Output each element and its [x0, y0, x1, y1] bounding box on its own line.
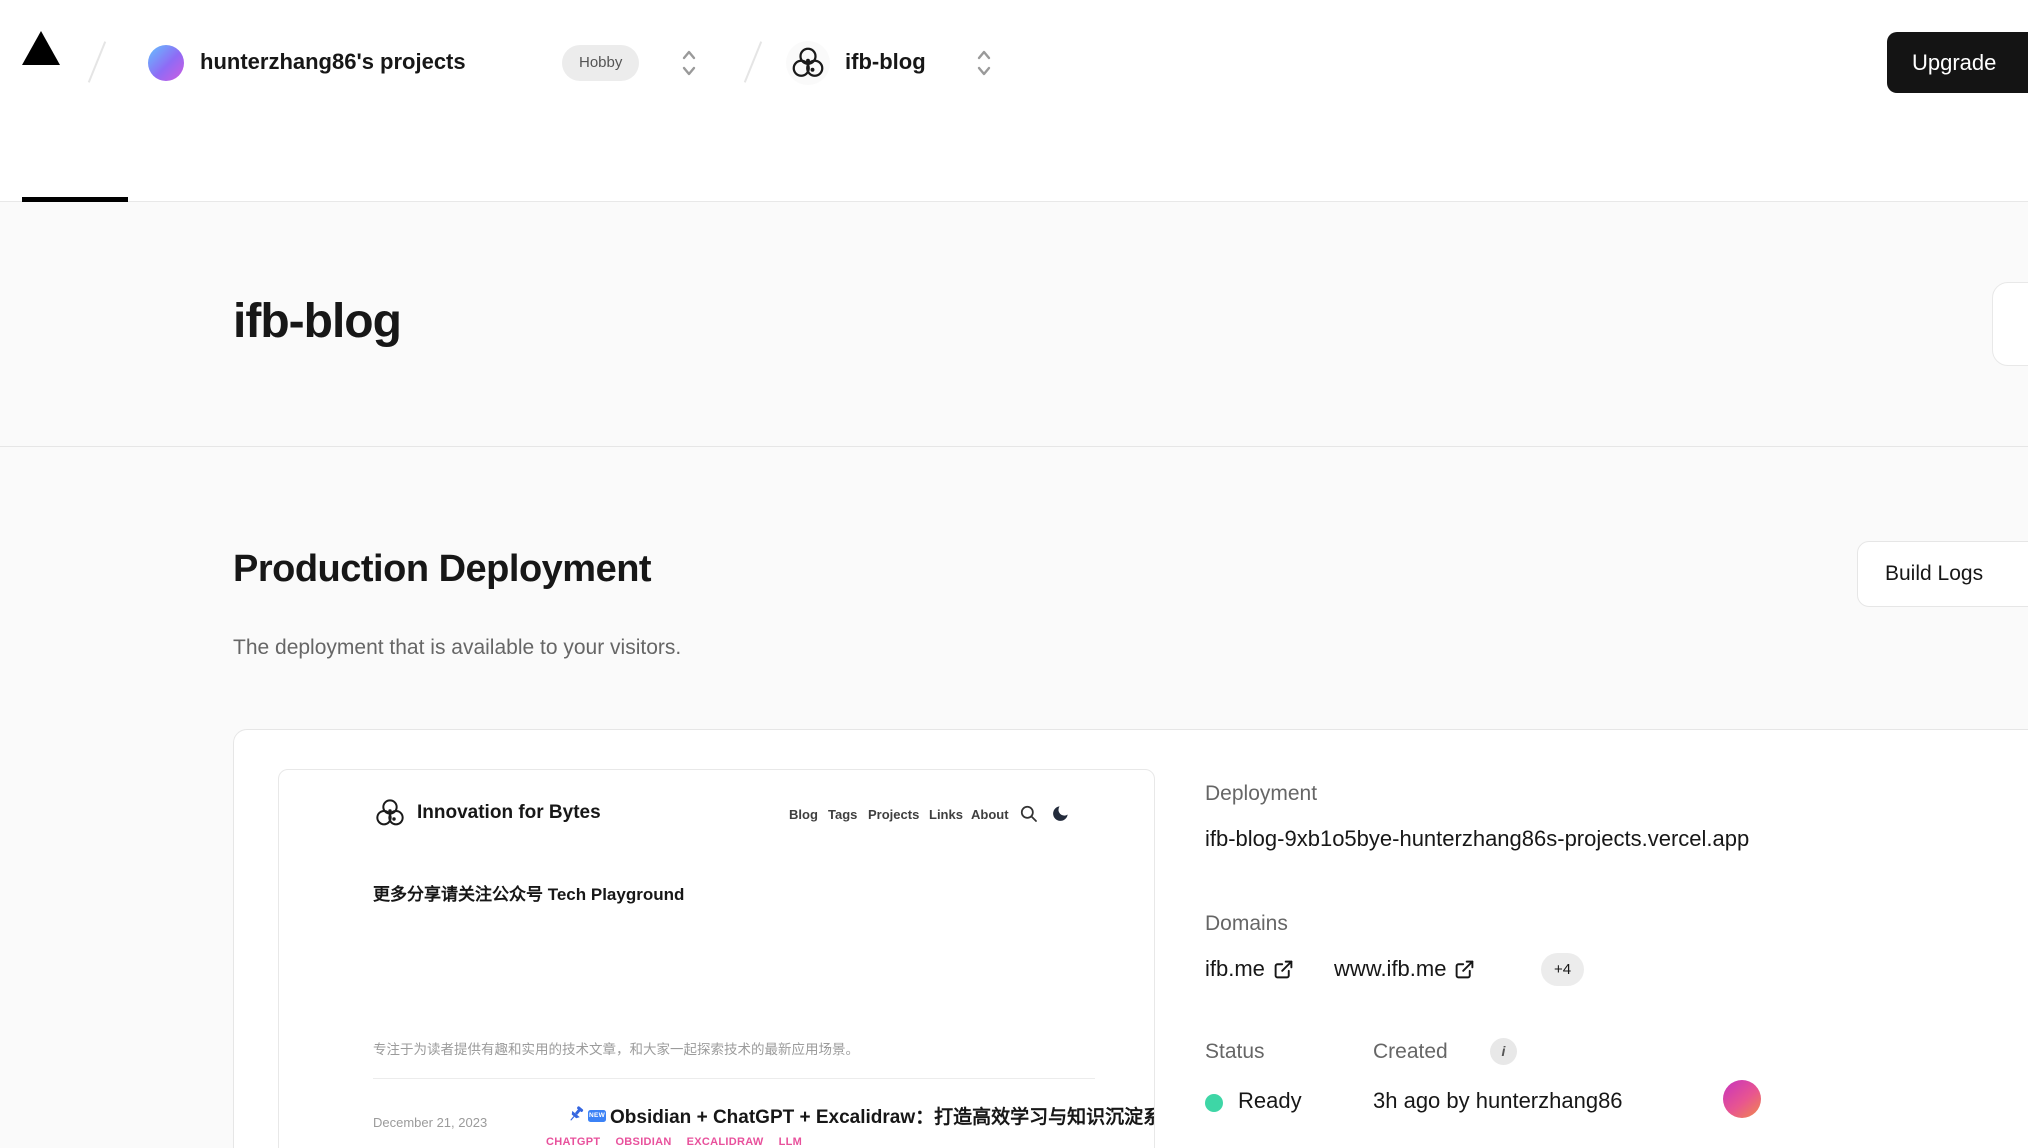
post-tag: EXCALIDRAW — [687, 1136, 764, 1148]
post-date: December 21, 2023 — [373, 1115, 487, 1130]
post-tags: CHATGPT OBSIDIAN EXCALIDRAW LLM — [546, 1136, 802, 1148]
top-header: hunterzhang86's projects Hobby ifb-blog … — [0, 0, 2028, 101]
info-icon[interactable]: i — [1490, 1038, 1517, 1065]
domains-more-badge[interactable]: +4 — [1541, 953, 1584, 986]
site-description: 专注于为读者提供有趣和实用的技术文章，和大家一起探索技术的最新应用场景。 — [373, 1038, 859, 1058]
breadcrumb-project-name[interactable]: ifb-blog — [845, 49, 926, 75]
status-ready-dot — [1205, 1094, 1223, 1112]
breadcrumb-slash — [88, 41, 106, 83]
new-post-badge: NEW — [588, 1110, 606, 1122]
vercel-logo-icon[interactable] — [22, 31, 60, 65]
project-hero: ifb-blog — [0, 202, 2028, 447]
post-title: Obsidian + ChatGPT + Excalidraw：打造高效学习与知… — [610, 1102, 1155, 1129]
external-link-icon — [1454, 959, 1475, 980]
project-tab-bar: Project Deployments Analytics Speed Insi… — [0, 101, 2028, 202]
site-nav-about: About — [971, 807, 1009, 822]
status-value: Ready — [1238, 1088, 1302, 1114]
search-icon — [1019, 804, 1038, 823]
post-tag: LLM — [779, 1136, 803, 1148]
plan-badge: Hobby — [562, 45, 639, 81]
domain-text: ifb.me — [1205, 956, 1265, 982]
created-label: Created — [1373, 1040, 1448, 1064]
breadcrumb-team-name[interactable]: hunterzhang86's projects — [200, 49, 466, 75]
build-logs-button[interactable]: Build Logs — [1857, 541, 2028, 607]
status-label: Status — [1205, 1040, 1265, 1064]
domain-text: www.ifb.me — [1334, 956, 1446, 982]
upgrade-button[interactable]: Upgrade — [1887, 32, 2028, 93]
site-nav-projects: Projects — [868, 807, 919, 822]
site-banner-text: 更多分享请关注公众号 Tech Playground — [373, 880, 684, 905]
domain-www-ifb-me[interactable]: www.ifb.me — [1334, 956, 1475, 982]
section-title: Production Deployment — [233, 548, 651, 591]
post-tag: OBSIDIAN — [615, 1136, 671, 1148]
team-avatar[interactable] — [148, 45, 184, 81]
site-nav-links: Links — [929, 807, 963, 822]
created-value: 3h ago by hunterzhang86 — [1373, 1088, 1623, 1114]
hero-action-button-partial[interactable] — [1992, 282, 2028, 366]
external-link-icon — [1273, 959, 1294, 980]
site-logo-icon — [374, 797, 406, 829]
domains-label: Domains — [1205, 912, 1288, 936]
project-switcher-chevrons-icon[interactable] — [975, 46, 993, 80]
vercel-project-overview: hunterzhang86's projects Hobby ifb-blog … — [0, 0, 2028, 1148]
creator-avatar[interactable] — [1723, 1080, 1761, 1118]
moon-icon — [1051, 804, 1070, 823]
team-switcher-chevrons-icon[interactable] — [680, 46, 698, 80]
deployment-url[interactable]: ifb-blog-9xb1o5bye-hunterzhang86s-projec… — [1205, 826, 1749, 852]
domain-ifb-me[interactable]: ifb.me — [1205, 956, 1294, 982]
deployment-preview[interactable]: Innovation for Bytes Blog Tags Projects … — [278, 769, 1155, 1148]
pin-icon — [567, 1105, 585, 1123]
page-title: ifb-blog — [233, 294, 401, 349]
section-subtitle: The deployment that is available to your… — [233, 636, 681, 660]
site-nav-blog: Blog — [789, 807, 818, 822]
post-tag: CHATGPT — [546, 1136, 600, 1148]
breadcrumb-slash — [744, 41, 762, 83]
deployment-label: Deployment — [1205, 782, 1317, 806]
site-nav-tags: Tags — [828, 807, 857, 822]
site-name: Innovation for Bytes — [417, 802, 601, 824]
divider — [373, 1078, 1095, 1079]
project-logo-icon[interactable] — [786, 41, 830, 85]
